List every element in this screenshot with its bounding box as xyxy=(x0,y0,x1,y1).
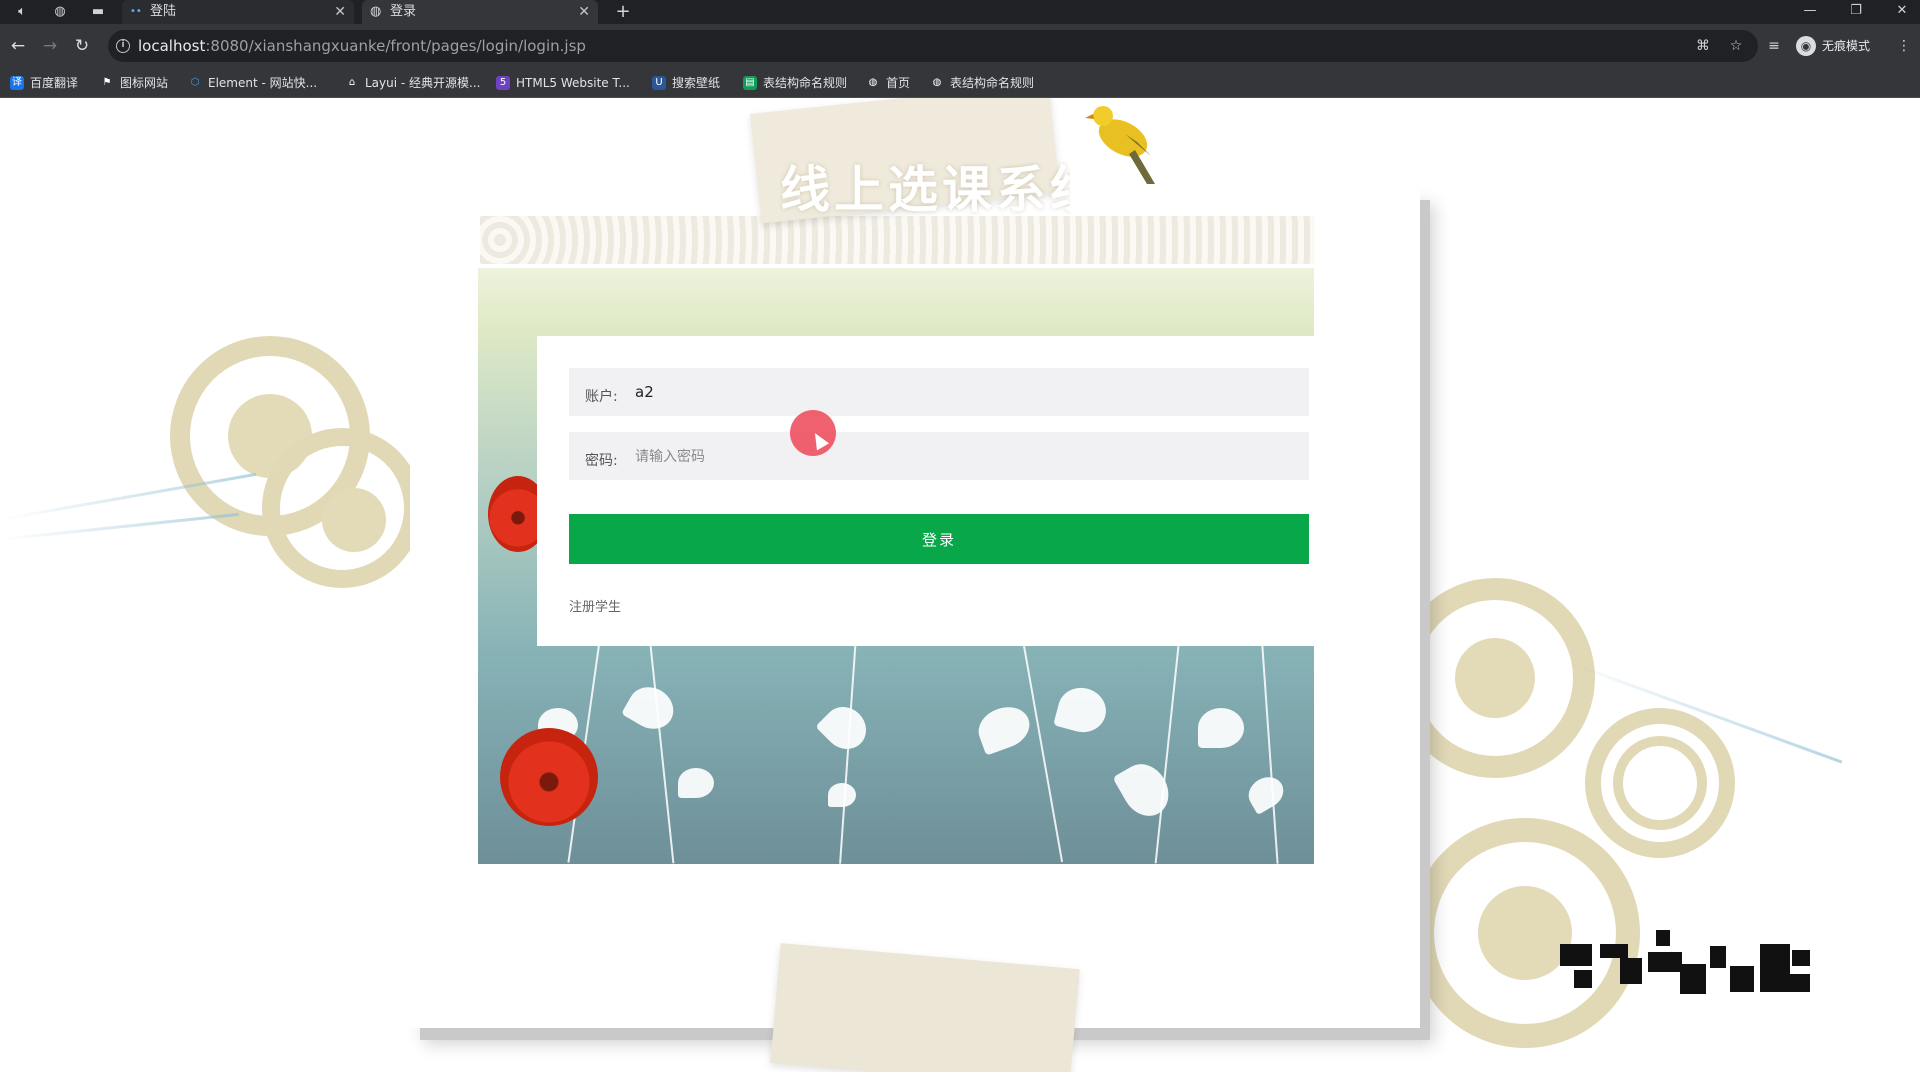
layui-icon: ⌂ xyxy=(348,77,356,88)
element-icon: ⬡ xyxy=(190,77,200,88)
close-icon[interactable]: ✕ xyxy=(334,0,346,24)
decor-circle xyxy=(1455,638,1535,718)
register-student-link[interactable]: 注册学生 xyxy=(569,596,621,615)
address-bar[interactable]: i localhost:8080/xianshangxuanke/front/p… xyxy=(108,30,1758,62)
account-input[interactable] xyxy=(635,376,1295,408)
dots-icon: •• xyxy=(130,6,142,17)
lace-border xyxy=(480,216,1315,264)
login-page: 线上选课系统 账户: 密码: xyxy=(0,98,1920,1072)
account-field: 账户: xyxy=(569,368,1309,416)
reading-list-icon[interactable]: ≡ xyxy=(1764,37,1784,55)
decor-petal xyxy=(1053,682,1111,738)
new-tab-button[interactable]: + xyxy=(612,0,634,24)
wallpaper-icon: U xyxy=(652,76,666,90)
password-field: 密码: xyxy=(569,432,1309,480)
back-icon[interactable]: ← xyxy=(8,36,28,56)
sheet-icon: ▤ xyxy=(743,76,757,90)
browser-toolbar: ← → ↻ i localhost:8080/xianshangxuanke/f… xyxy=(0,24,1920,68)
flag-icon: ⚑ xyxy=(102,77,112,88)
url-text[interactable]: localhost:8080/xianshangxuanke/front/pag… xyxy=(138,37,586,55)
bird-icon xyxy=(1085,106,1155,184)
incognito-icon: ◉ xyxy=(1796,36,1816,56)
decor-petal xyxy=(678,768,714,798)
window-icon[interactable]: ▬ xyxy=(86,2,110,22)
tab-denglu-1[interactable]: •• 登陆 ✕ xyxy=(122,0,354,24)
login-form: 账户: 密码: 登录 注册学生 xyxy=(537,336,1315,646)
decor-petal xyxy=(815,698,875,758)
globe-icon: ◍ xyxy=(932,77,942,88)
site-title: 线上选课系统 xyxy=(780,161,1070,219)
bookmark-item[interactable]: ⚑ 图标网站 xyxy=(100,74,169,92)
tab-strip: 🔈︎ ◍ ▬ •• 登陆 ✕ ◍ 登录 ✕ + — ❐ ✕ xyxy=(0,0,1920,24)
globe-icon: ◍ xyxy=(370,4,382,19)
decor-circle xyxy=(322,488,386,552)
account-label: 账户: xyxy=(585,389,618,405)
bookmark-item[interactable]: ◍ 表结构命名规则 xyxy=(930,74,1034,92)
close-icon[interactable]: ✕ xyxy=(578,0,590,24)
star-icon[interactable]: ☆ xyxy=(1726,37,1746,55)
tab-denglu-2[interactable]: ◍ 登录 ✕ xyxy=(362,0,598,24)
bookmark-item[interactable]: U 搜索壁纸 xyxy=(652,74,720,92)
decor-stem xyxy=(1259,618,1279,864)
minimize-icon[interactable]: — xyxy=(1788,0,1832,24)
decor-streak xyxy=(0,512,239,541)
menu-icon[interactable]: ⋮ xyxy=(1894,37,1914,55)
decor-petal xyxy=(1198,708,1244,748)
incognito-profile[interactable]: ◉ 无痕模式 xyxy=(1796,35,1870,57)
speaker-icon[interactable]: 🔈︎ xyxy=(10,2,34,22)
password-input[interactable] xyxy=(635,440,1295,472)
decor-petal xyxy=(828,783,856,807)
globe-icon[interactable]: ◍ xyxy=(48,2,72,22)
translate-icon: 译 xyxy=(10,76,24,90)
decor-petal xyxy=(1242,771,1290,815)
html5-icon: 5 xyxy=(496,76,510,90)
close-window-icon[interactable]: ✕ xyxy=(1880,0,1920,24)
decor-petal xyxy=(1112,755,1178,825)
forward-icon[interactable]: → xyxy=(40,36,60,56)
bookmark-item[interactable]: ◍ 首页 xyxy=(866,74,910,92)
decor-ring xyxy=(1613,736,1707,830)
decor-circle xyxy=(1478,886,1572,980)
bookmark-item[interactable]: ▤ 表结构命名规则 xyxy=(743,74,847,92)
tab-label: 登录 xyxy=(390,4,417,19)
decor-petal xyxy=(621,679,681,737)
restore-icon[interactable]: ❐ xyxy=(1834,0,1878,24)
bookmark-item[interactable]: 5 HTML5 Website T... xyxy=(496,74,630,92)
decor-stem xyxy=(1154,608,1184,864)
info-icon[interactable]: i xyxy=(116,39,130,53)
decor-petal xyxy=(972,700,1036,756)
bookmark-item[interactable]: ⌂ Layui - 经典开源模... xyxy=(345,74,481,92)
bookmark-item[interactable]: ⬡ Element - 网站快... xyxy=(188,74,317,92)
password-label: 密码: xyxy=(585,453,618,469)
profile-label: 无痕模式 xyxy=(1822,39,1871,53)
bookmark-item[interactable]: 译百度翻译 xyxy=(10,74,78,92)
pixelated-watermark xyxy=(1560,930,1812,1002)
reload-icon[interactable]: ↻ xyxy=(72,36,92,56)
decor-poppy xyxy=(500,728,598,826)
login-button[interactable]: 登录 xyxy=(569,514,1309,564)
tab-label: 登陆 xyxy=(150,4,177,19)
translate-icon[interactable]: ⌘ xyxy=(1693,37,1713,55)
globe-icon: ◍ xyxy=(868,77,878,88)
bookmarks-bar: 译百度翻译 ⚑ 图标网站 ⬡ Element - 网站快... ⌂ Layui - 经… xyxy=(0,68,1920,98)
